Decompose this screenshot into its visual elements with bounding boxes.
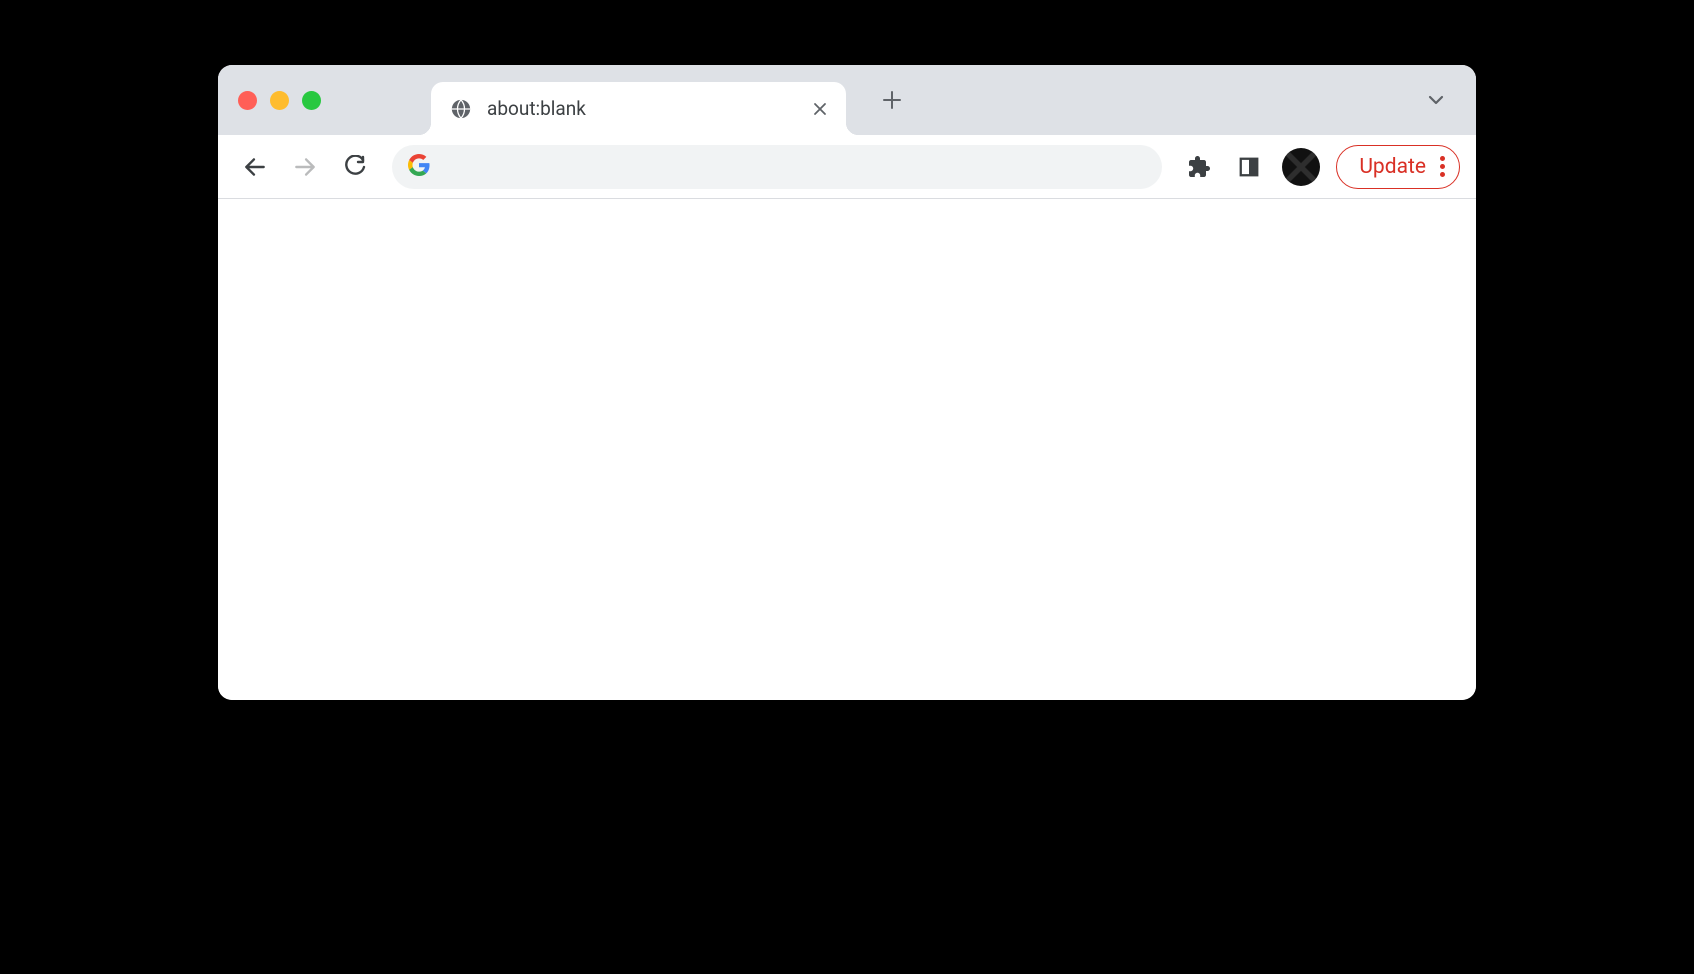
tab-strip: about:blank [218,65,1476,135]
page-content [218,199,1476,700]
minimize-window-button[interactable] [270,91,289,110]
toolbar: Update [218,135,1476,199]
extensions-button[interactable] [1178,146,1220,188]
plus-icon [882,90,902,110]
browser-tab[interactable]: about:blank [431,82,846,135]
menu-icon [1440,156,1445,177]
tab-search-button[interactable] [1416,80,1456,120]
address-input[interactable] [442,156,1146,177]
side-panel-button[interactable] [1228,146,1270,188]
reload-button[interactable] [334,146,376,188]
arrow-left-icon [242,154,268,180]
tab-title: about:blank [487,97,794,120]
puzzle-icon [1187,155,1211,179]
update-button[interactable]: Update [1336,145,1460,189]
browser-window: about:blank [218,65,1476,700]
back-button[interactable] [234,146,276,188]
window-controls [238,91,321,110]
arrow-right-icon [292,154,318,180]
fullscreen-window-button[interactable] [302,91,321,110]
close-icon [812,101,828,117]
chevron-down-icon [1426,90,1446,110]
globe-icon [449,97,473,121]
forward-button[interactable] [284,146,326,188]
reload-icon [343,155,367,179]
google-icon [408,154,430,180]
profile-avatar[interactable] [1282,148,1320,186]
close-tab-button[interactable] [808,97,832,121]
address-bar[interactable] [392,145,1162,189]
update-label: Update [1359,155,1426,179]
close-window-button[interactable] [238,91,257,110]
new-tab-button[interactable] [872,80,912,120]
panel-icon [1238,156,1260,178]
